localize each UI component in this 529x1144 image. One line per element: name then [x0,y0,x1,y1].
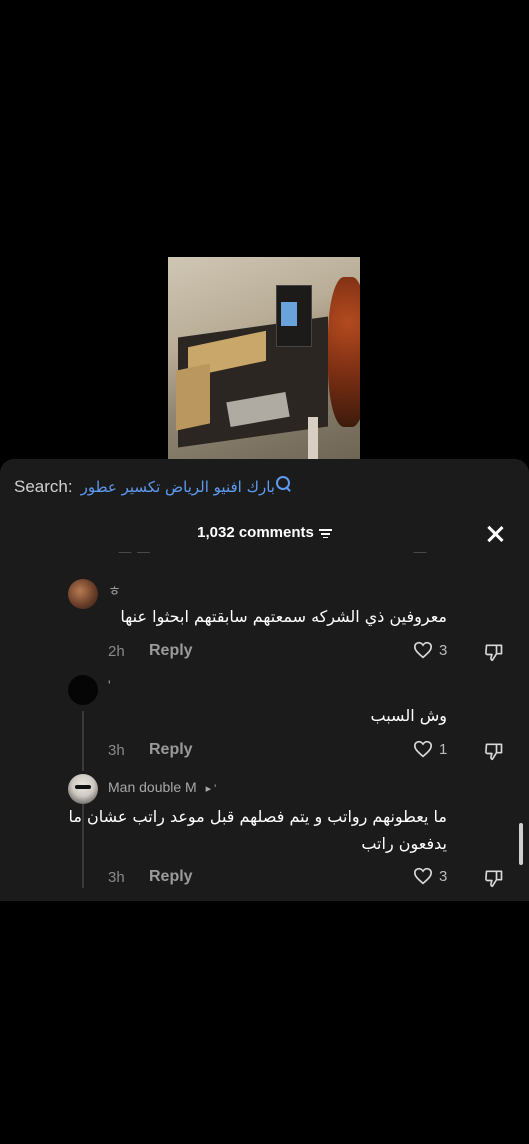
search-label: Search: [14,477,73,496]
thread-line [82,711,84,771]
like-button[interactable]: 1 [413,740,447,758]
heart-icon [413,641,433,659]
comment-username[interactable]: Man double M ▸ ' [108,779,216,795]
sunglasses-icon [75,785,91,789]
comment-time: 2h [108,643,125,660]
reply-button[interactable]: Reply [149,741,193,759]
like-count: 3 [439,641,448,659]
comment-time: 3h [108,869,125,886]
video-thumbnail[interactable] [168,257,360,459]
username-text: Man double M [108,779,197,795]
clipped-previous-row: — — — · · [118,552,505,560]
comment-text: ما يعطونهم رواتب و يتم فصلهم قبل موعد را… [68,807,447,853]
comment-username[interactable]: ' [108,677,111,693]
dislike-icon[interactable] [484,642,504,662]
avatar[interactable] [68,675,98,705]
search-term[interactable]: بارك افنيو الرياض تكسير عطور [81,478,275,496]
dislike-icon[interactable] [484,868,504,888]
avatar[interactable] [68,774,98,804]
comment-text: معروفين ذي الشركه سمعتهم سابقتهم ابحثوا … [120,607,447,626]
thumbnail-pillar [308,417,318,459]
comment-username[interactable]: ㅎ [108,581,121,601]
close-icon[interactable] [486,525,504,543]
comment-time: 3h [108,742,125,759]
avatar[interactable] [68,579,98,609]
like-button[interactable]: 3 [413,641,447,659]
username-suffix: ▸ ' [205,783,217,795]
filter-icon[interactable] [318,528,332,538]
like-count: 1 [439,740,448,758]
reply-button[interactable]: Reply [149,868,193,886]
thumbnail-counter-side [176,363,210,431]
dislike-icon[interactable] [484,741,504,761]
like-button[interactable]: 3 [413,867,447,885]
thumbnail-tree [328,277,360,427]
heart-icon [413,740,433,758]
comments-panel: Search: بارك افنيو الرياض تكسير عطور 1,0… [0,459,529,901]
comment-text: وش السبب [370,706,447,725]
comment-count: 1,032 comments [197,524,314,541]
thumbnail-screen [281,302,297,326]
scrollbar[interactable] [519,823,523,865]
search-icon [275,476,290,490]
like-count: 3 [439,867,448,885]
heart-icon [413,867,433,885]
reply-button[interactable]: Reply [149,642,193,660]
search-suggestion[interactable]: Search: بارك افنيو الرياض تكسير عطور [14,476,290,497]
comments-header: 1,032 comments [0,524,529,541]
